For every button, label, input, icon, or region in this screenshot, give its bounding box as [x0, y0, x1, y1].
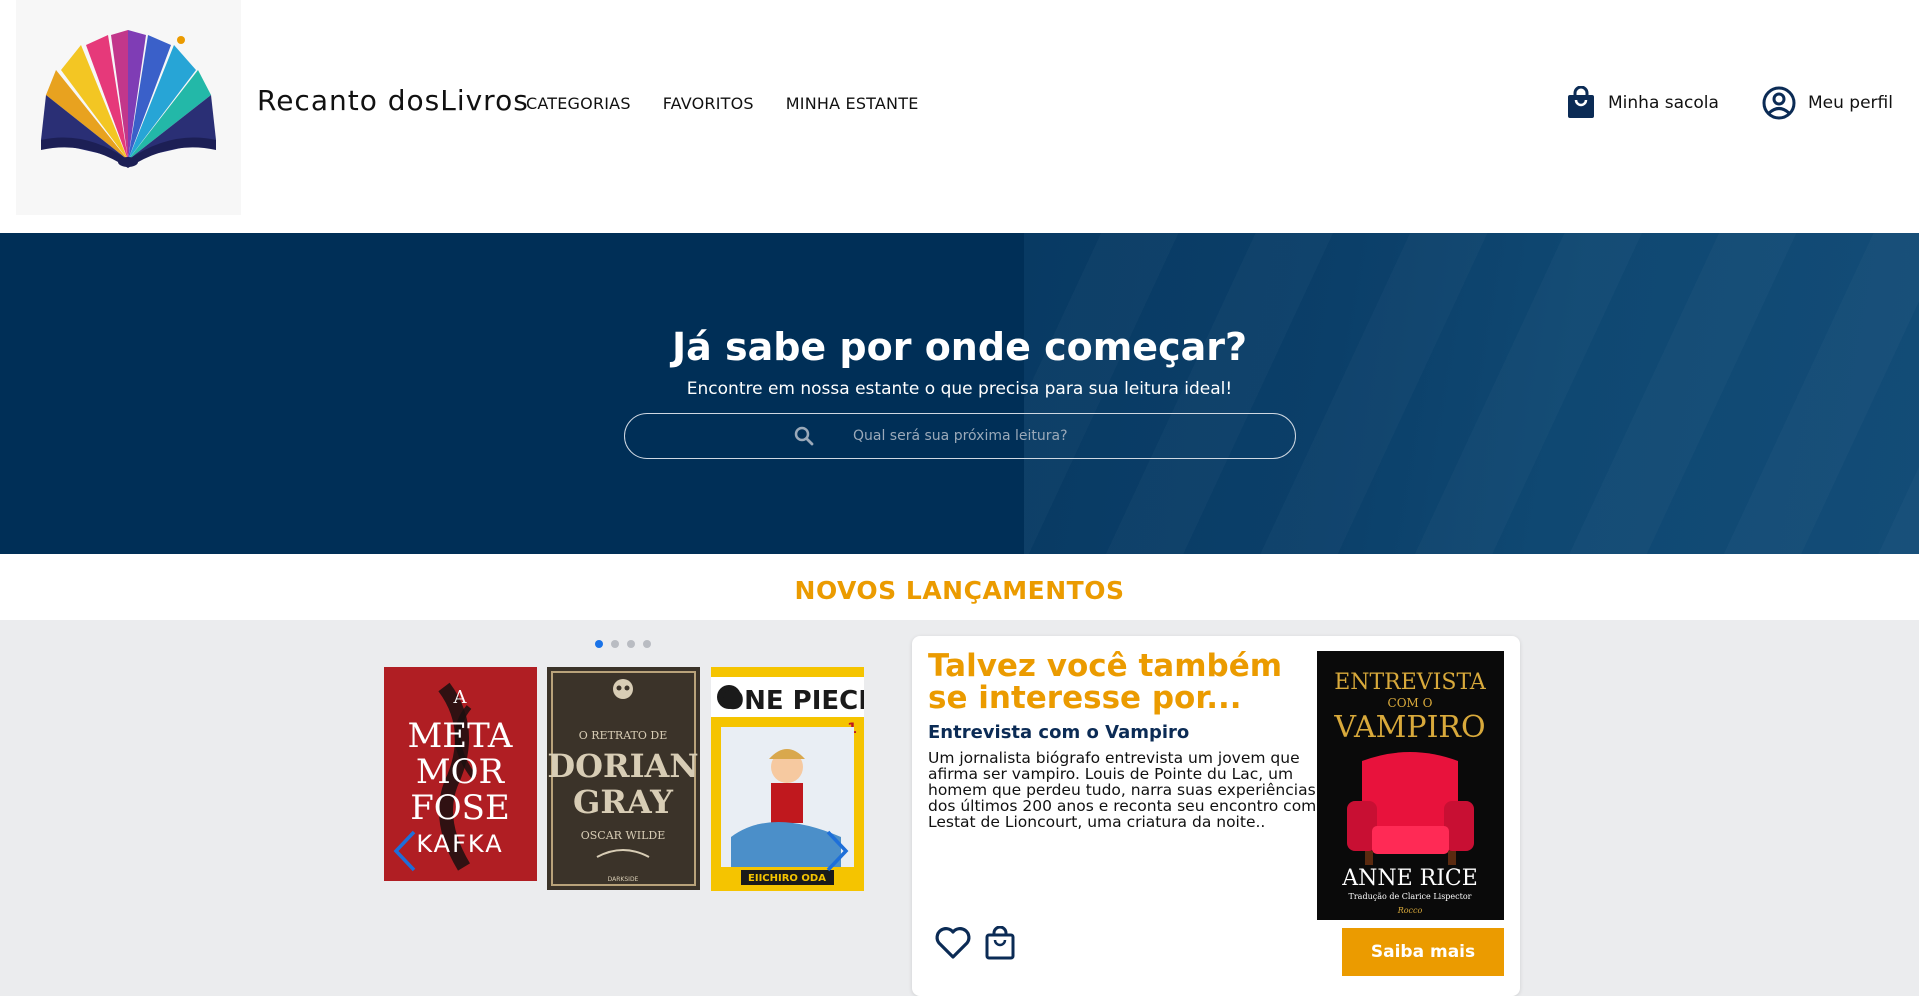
nav-categorias[interactable]: CATEGORIAS: [526, 94, 631, 113]
suggestion-heading: Talvez você também se interesse por...: [928, 648, 1283, 716]
cover1-line3: MOR: [416, 752, 506, 792]
brand-part2: Livros: [440, 84, 529, 117]
search-icon[interactable]: [793, 425, 815, 447]
learn-more-button[interactable]: Saiba mais: [1342, 928, 1504, 976]
cover2-title1: DORIAN: [547, 747, 698, 785]
cover-line3: VAMPIRO: [1333, 710, 1485, 745]
shopping-bag-button[interactable]: Minha sacola: [1566, 86, 1719, 120]
cover3-title: ONE PIECE: [722, 686, 864, 716]
cover1-author: KAFKA: [416, 830, 503, 858]
cover-author: ANNE RICE: [1341, 866, 1478, 891]
cover1-line1: A: [453, 687, 468, 708]
cover-translator: Tradução de Clarice Lispector: [1349, 892, 1472, 901]
releases-title: NOVOS LANÇAMENTOS: [794, 576, 1125, 605]
suggestion-card: Talvez você também se interesse por... E…: [912, 636, 1520, 996]
suggestion-book-title[interactable]: Entrevista com o Vampiro: [928, 722, 1189, 743]
cover3-author: EIICHIRO ODA: [748, 873, 826, 884]
favorite-heart-icon[interactable]: [934, 924, 972, 960]
nav-favoritos[interactable]: FAVORITOS: [663, 94, 754, 113]
carousel-dot-2[interactable]: [611, 640, 619, 648]
nav-minha-estante[interactable]: MINHA ESTANTE: [786, 94, 919, 113]
cover2-publisher: DARKSIDE: [608, 876, 639, 883]
profile-button[interactable]: Meu perfil: [1762, 86, 1893, 120]
carousel-dot-4[interactable]: [643, 640, 651, 648]
brand-name[interactable]: Recanto dosLivros: [257, 84, 529, 117]
add-to-bag-icon[interactable]: [984, 926, 1016, 960]
dorian-gray-cover-art: O RETRATO DE DORIAN GRAY OSCAR WILDE DAR…: [547, 667, 700, 890]
cover-line1: ENTREVISTA: [1334, 670, 1487, 695]
brand-part1: Recanto dos: [257, 84, 441, 117]
search-bar[interactable]: [624, 413, 1296, 459]
cover-publisher: Rocco: [1397, 906, 1423, 915]
carousel-dot-3[interactable]: [627, 640, 635, 648]
main-nav: CATEGORIAS FAVORITOS MINHA ESTANTE: [526, 94, 951, 113]
carousel-next-chevron-icon[interactable]: [822, 828, 852, 874]
site-header: Recanto dosLivros CATEGORIAS FAVORITOS M…: [0, 0, 1919, 233]
cover-line2: COM O: [1388, 696, 1433, 710]
profile-label: Meu perfil: [1808, 93, 1893, 113]
book-cover-dorian-gray[interactable]: O RETRATO DE DORIAN GRAY OSCAR WILDE DAR…: [547, 667, 700, 890]
site-logo[interactable]: [16, 0, 241, 215]
shopping-bag-label: Minha sacola: [1608, 93, 1719, 113]
hero-banner: Já sabe por onde começar? Encontre em no…: [0, 233, 1919, 554]
carousel-dots: [595, 640, 651, 648]
cover1-line4: FOSE: [410, 788, 510, 828]
open-book-logo-icon: [41, 30, 216, 168]
suggestion-book-cover[interactable]: ENTREVISTA COM O VAMPIRO ANNE RICE Tradu…: [1317, 651, 1504, 920]
carousel-dot-1[interactable]: [595, 640, 603, 648]
carousel-prev-chevron-icon[interactable]: [390, 828, 420, 874]
user-account-icon: [1762, 86, 1796, 120]
cover2-top: O RETRATO DE: [579, 729, 668, 742]
hero-subtitle: Encontre em nossa estante o que precisa …: [686, 379, 1233, 399]
search-input[interactable]: [853, 422, 1273, 450]
cover2-author: OSCAR WILDE: [581, 829, 666, 842]
vampire-cover-art: ENTREVISTA COM O VAMPIRO ANNE RICE Tradu…: [1317, 651, 1504, 920]
cover2-title2: GRAY: [573, 783, 674, 821]
suggestion-description: Um jornalista biógrafo entrevista um jov…: [928, 749, 1317, 831]
shopping-bag-icon: [1568, 86, 1594, 118]
cover1-line2: META: [407, 716, 512, 756]
hero-title: Já sabe por onde começar?: [671, 325, 1248, 369]
